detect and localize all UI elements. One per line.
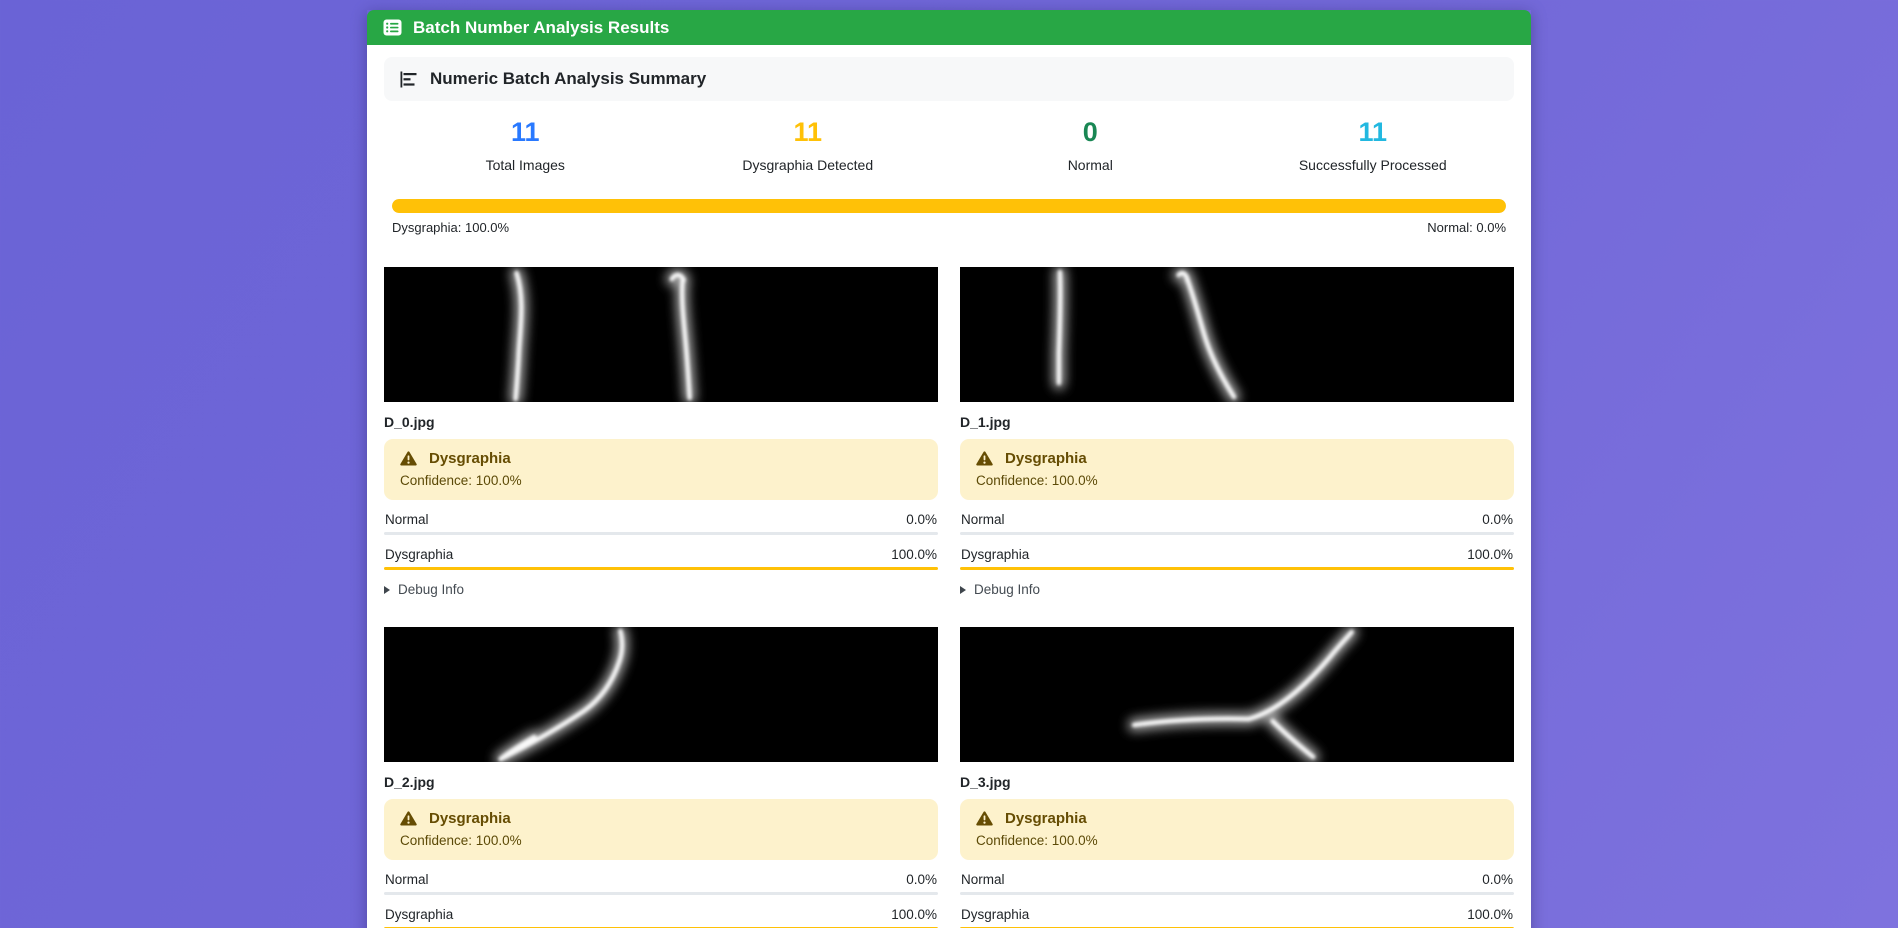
results-window: Batch Number Analysis Results Numeric Ba…: [367, 10, 1531, 928]
result-card: D_0.jpg Dysgraphia Confidence: 100.0%: [384, 267, 938, 597]
status-badge: Dysgraphia Confidence: 100.0%: [384, 439, 938, 500]
confidence-text: Confidence: 100.0%: [976, 833, 1498, 848]
status-label: Dysgraphia: [429, 810, 511, 827]
window-body: Numeric Batch Analysis Summary 11 Total …: [367, 45, 1531, 928]
window-header: Batch Number Analysis Results: [367, 10, 1531, 45]
stat-value: 11: [667, 116, 950, 148]
dysgraphia-probability-bar: [384, 567, 938, 570]
distribution-labels: Dysgraphia: 100.0% Normal: 0.0%: [392, 220, 1506, 235]
normal-probability-bar: [384, 532, 938, 535]
dysgraphia-probability-bar: [960, 567, 1514, 570]
stat-total-images: 11 Total Images: [384, 116, 667, 173]
dysgraphia-probability-row: Dysgraphia 100.0%: [384, 544, 938, 570]
distribution-section: Dysgraphia: 100.0% Normal: 0.0%: [392, 199, 1506, 235]
warning-icon: [400, 451, 417, 466]
status-badge: Dysgraphia Confidence: 100.0%: [384, 799, 938, 860]
normal-probability-bar: [384, 892, 938, 895]
distribution-dysgraphia-label: Dysgraphia: 100.0%: [392, 220, 509, 235]
stat-value: 11: [1232, 116, 1515, 148]
debug-info-details: Debug Info: [384, 582, 938, 597]
dysgraphia-value: 100.0%: [1467, 907, 1513, 922]
normal-probability-row: Normal 0.0%: [384, 509, 938, 535]
normal-value: 0.0%: [906, 512, 937, 527]
status-label: Dysgraphia: [1005, 450, 1087, 467]
debug-info-toggle[interactable]: Debug Info: [960, 582, 1514, 597]
warning-icon: [976, 811, 993, 826]
dysgraphia-value: 100.0%: [891, 547, 937, 562]
debug-info-label: Debug Info: [974, 582, 1040, 597]
stat-normal: 0 Normal: [949, 116, 1232, 173]
confidence-text: Confidence: 100.0%: [400, 473, 922, 488]
dysgraphia-label: Dysgraphia: [385, 547, 453, 562]
stat-value: 11: [384, 116, 667, 148]
status-badge: Dysgraphia Confidence: 100.0%: [960, 439, 1514, 500]
confidence-text: Confidence: 100.0%: [400, 833, 922, 848]
window-title: Batch Number Analysis Results: [413, 18, 669, 38]
handwriting-image: [960, 627, 1514, 762]
normal-probability-row: Normal 0.0%: [960, 509, 1514, 535]
normal-probability-row: Normal 0.0%: [384, 869, 938, 895]
debug-info-label: Debug Info: [398, 582, 464, 597]
collapsed-triangle-icon: [960, 586, 966, 594]
status-label: Dysgraphia: [1005, 810, 1087, 827]
normal-label: Normal: [961, 872, 1005, 887]
stats-row: 11 Total Images 11 Dysgraphia Detected 0…: [384, 101, 1514, 185]
warning-icon: [976, 451, 993, 466]
stat-value: 0: [949, 116, 1232, 148]
summary-header: Numeric Batch Analysis Summary: [384, 57, 1514, 101]
status-badge: Dysgraphia Confidence: 100.0%: [960, 799, 1514, 860]
normal-value: 0.0%: [1482, 512, 1513, 527]
distribution-normal-label: Normal: 0.0%: [1427, 220, 1506, 235]
status-label: Dysgraphia: [429, 450, 511, 467]
dysgraphia-probability-row: Dysgraphia 100.0%: [960, 544, 1514, 570]
image-filename: D_3.jpg: [960, 774, 1514, 790]
distribution-dysgraphia-fill: [392, 199, 1506, 213]
stat-label: Normal: [949, 157, 1232, 173]
stat-dysgraphia-detected: 11 Dysgraphia Detected: [667, 116, 950, 173]
dysgraphia-label: Dysgraphia: [961, 907, 1029, 922]
normal-probability-bar: [960, 532, 1514, 535]
normal-label: Normal: [961, 512, 1005, 527]
image-filename: D_0.jpg: [384, 414, 938, 430]
normal-label: Normal: [385, 872, 429, 887]
debug-info-details: Debug Info: [960, 582, 1514, 597]
dysgraphia-probability-row: Dysgraphia 100.0%: [960, 904, 1514, 928]
normal-probability-bar: [960, 892, 1514, 895]
stat-label: Dysgraphia Detected: [667, 157, 950, 173]
image-filename: D_2.jpg: [384, 774, 938, 790]
confidence-text: Confidence: 100.0%: [976, 473, 1498, 488]
stat-successfully-processed: 11 Successfully Processed: [1232, 116, 1515, 173]
normal-value: 0.0%: [1482, 872, 1513, 887]
debug-info-toggle[interactable]: Debug Info: [384, 582, 938, 597]
normal-label: Normal: [385, 512, 429, 527]
handwriting-image: [384, 627, 938, 762]
result-card: D_1.jpg Dysgraphia Confidence: 100.0%: [960, 267, 1514, 597]
stat-label: Total Images: [384, 157, 667, 173]
normal-value: 0.0%: [906, 872, 937, 887]
handwriting-image: [384, 267, 938, 402]
distribution-progress-bar: [392, 199, 1506, 213]
result-card: D_2.jpg Dysgraphia Confidence: 100.0%: [384, 627, 938, 928]
dysgraphia-label: Dysgraphia: [385, 907, 453, 922]
card-list-icon: [383, 19, 402, 36]
dysgraphia-probability-row: Dysgraphia 100.0%: [384, 904, 938, 928]
summary-title: Numeric Batch Analysis Summary: [430, 69, 706, 89]
image-filename: D_1.jpg: [960, 414, 1514, 430]
results-grid: D_0.jpg Dysgraphia Confidence: 100.0%: [384, 267, 1514, 928]
stat-label: Successfully Processed: [1232, 157, 1515, 173]
normal-probability-row: Normal 0.0%: [960, 869, 1514, 895]
collapsed-triangle-icon: [384, 586, 390, 594]
dysgraphia-value: 100.0%: [891, 907, 937, 922]
handwriting-image: [960, 267, 1514, 402]
dysgraphia-value: 100.0%: [1467, 547, 1513, 562]
dysgraphia-label: Dysgraphia: [961, 547, 1029, 562]
warning-icon: [400, 811, 417, 826]
bar-chart-icon: [400, 71, 418, 88]
result-card: D_3.jpg Dysgraphia Confidence: 100.0%: [960, 627, 1514, 928]
